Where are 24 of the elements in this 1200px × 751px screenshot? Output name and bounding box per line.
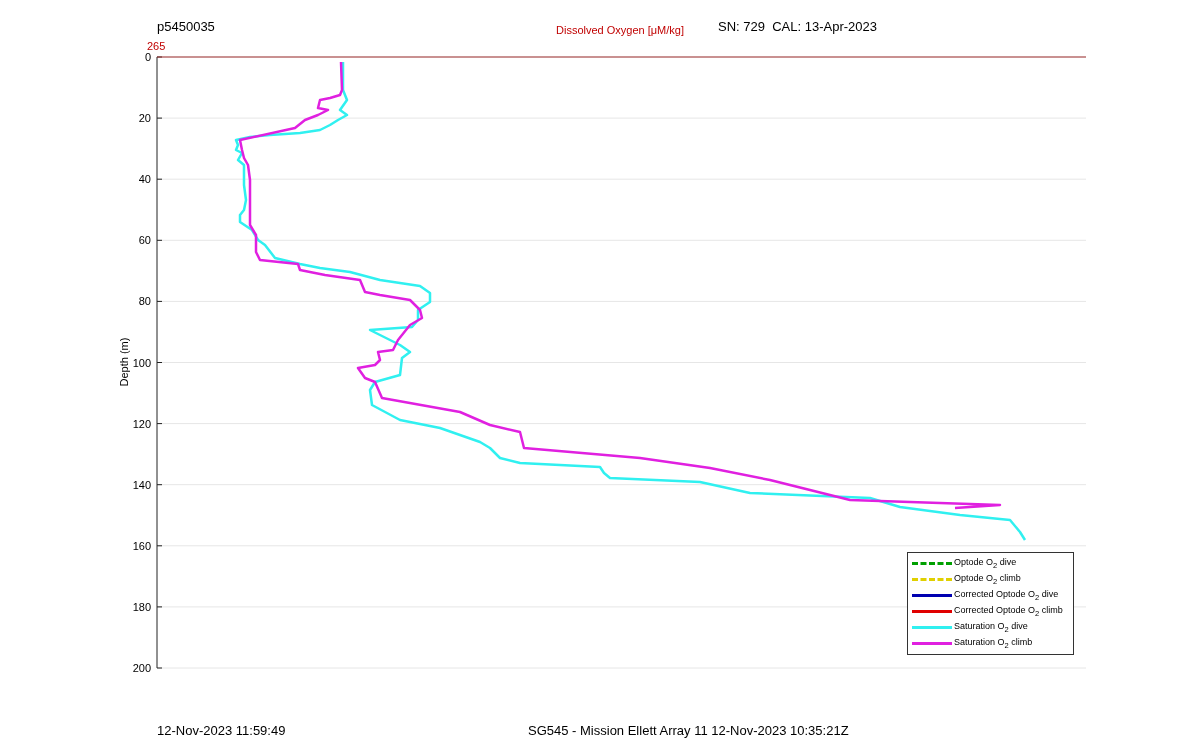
y-axis-label: Depth (m) — [118, 337, 130, 387]
y-tick-label: 0 — [144, 51, 151, 63]
y-tick-label: 80 — [138, 295, 151, 308]
y-tick-label: 200 — [132, 662, 151, 674]
y-tick-label: 60 — [138, 234, 151, 247]
y-tick-label: 40 — [138, 173, 151, 186]
y-tick-label: 100 — [132, 356, 151, 369]
sensor-info: SN: 729 CAL: 13-Apr-2023 — [718, 19, 877, 34]
profile-id: p5450035 — [157, 19, 215, 34]
y-tick-label: 180 — [132, 600, 151, 613]
x-tick-label: 265 — [147, 40, 166, 52]
chart-title: Dissolved Oxygen [μM/kg] — [556, 24, 684, 36]
legend-label: Saturation O$_{2}$ dive — [954, 619, 1028, 636]
y-tick-label: 20 — [138, 112, 151, 125]
legend-label: Corrected Optode O$_{2}$ climb — [954, 603, 1063, 620]
legend-label: Optode O$_{2}$ dive — [954, 555, 1017, 572]
legend-label: Saturation O$_{2}$ climb — [954, 635, 1033, 652]
legend-label: Optode O$_{2}$ climb — [954, 571, 1021, 588]
mission-info: SG545 - Mission Ellett Array 11 12-Nov-2023 10:35:21Z — [528, 723, 849, 738]
y-tick-label: 160 — [132, 539, 151, 552]
legend-label: Corrected Optode O$_{2}$ dive — [954, 587, 1059, 604]
y-tick-label: 120 — [132, 417, 151, 430]
y-tick-label: 140 — [132, 478, 151, 491]
timestamp: 12-Nov-2023 11:59:49 — [157, 723, 286, 738]
